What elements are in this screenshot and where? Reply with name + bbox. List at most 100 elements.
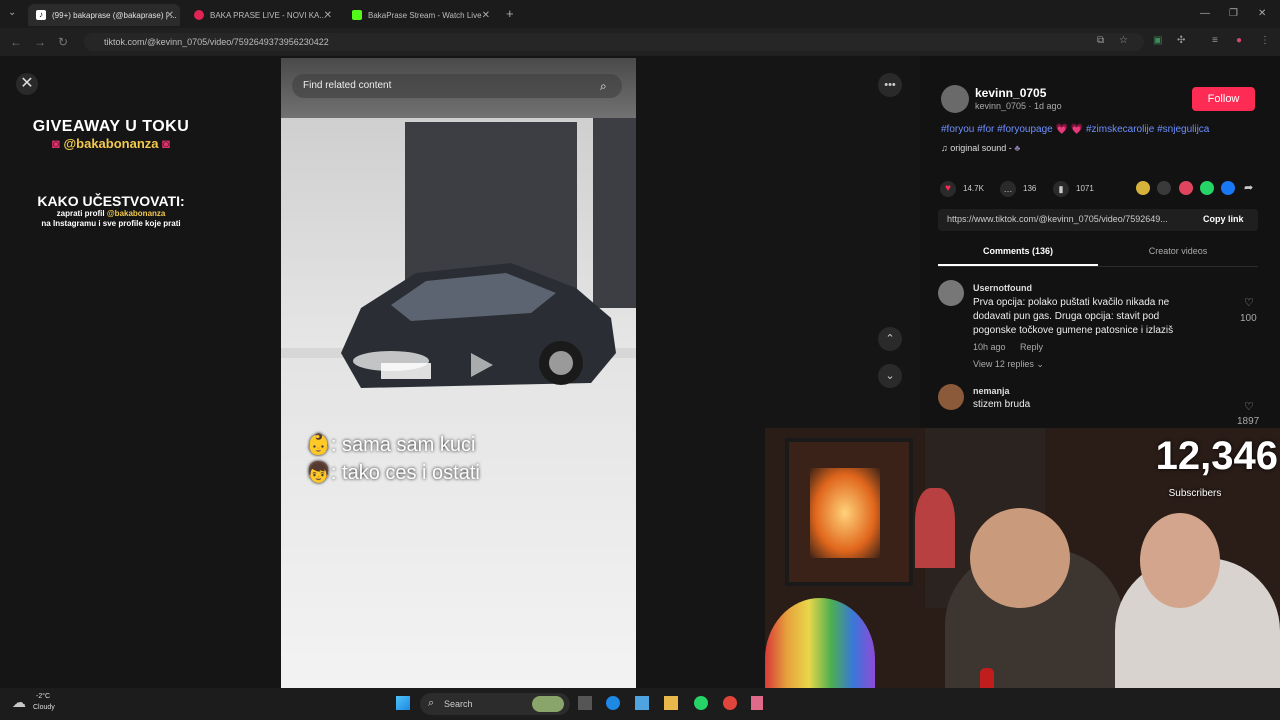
tab-baka-prase-live[interactable]: BAKA PRASE LIVE - NOVI KA... ✕ <box>186 4 338 26</box>
tab-list-icon[interactable]: ⌄ <box>8 7 16 18</box>
comment-like-count: 1897 <box>1237 416 1260 427</box>
comment-username[interactable]: nemanja <box>973 386 1010 396</box>
comment-like-count: 100 <box>1240 313 1257 324</box>
subscriber-count: 12,346 <box>1155 434 1278 478</box>
tab-title: BAKA PRASE LIVE - NOVI KA... <box>210 10 327 20</box>
like-count: 14.7K <box>963 184 984 193</box>
comment-icon[interactable]: … <box>1000 181 1016 197</box>
extension-icon[interactable]: ▣ <box>1153 35 1162 46</box>
tiktok-favicon-icon: ♪ <box>36 10 46 20</box>
close-icon[interactable]: ✕ <box>166 10 174 21</box>
comment-username[interactable]: Usernotfound <box>973 283 1032 293</box>
profile-icon[interactable]: ● <box>1236 35 1242 46</box>
music-note-icon: ♫ <box>941 143 948 153</box>
media-control-icon[interactable]: ≡ <box>1212 35 1218 46</box>
taskbar-search[interactable]: ⌕ Search <box>420 693 570 715</box>
like-icon[interactable]: ♥ <box>940 181 956 197</box>
install-app-icon[interactable]: ⧉ <box>1097 35 1104 46</box>
reload-icon[interactable]: ↻ <box>58 35 68 49</box>
follow-button[interactable]: Follow <box>1192 87 1255 111</box>
chevron-down-icon: ⌄ <box>1036 359 1044 369</box>
comment-text: stizem bruda <box>973 399 1031 410</box>
search-icon[interactable]: ⌕ <box>600 74 607 98</box>
comment-avatar[interactable] <box>938 280 964 306</box>
kick-favicon-icon <box>352 10 362 20</box>
weather-cloud-icon[interactable]: ☁ <box>12 694 26 711</box>
bookmark-star-icon[interactable]: ☆ <box>1119 35 1128 46</box>
giveaway-handle: @bakabonanza <box>63 136 159 151</box>
bookmark-icon[interactable]: ▮ <box>1053 181 1069 197</box>
close-video-button[interactable]: ✕ <box>16 73 38 95</box>
previous-video-button[interactable]: ⌃ <box>878 327 902 351</box>
comment-count: 136 <box>1023 184 1037 193</box>
browser-tab-bar: ⌄ ♪ (99+) bakaprase (@bakaprase) | ... ✕… <box>0 0 1280 28</box>
forward-icon[interactable]: → <box>34 35 46 49</box>
comment-like-icon[interactable]: ♡ <box>1244 400 1254 413</box>
comment-avatar[interactable] <box>938 384 964 410</box>
giveaway-title: GIVEAWAY U TOKU <box>32 118 190 135</box>
giveaway-handle-row: ◙ @bakabonanza ◙ <box>0 136 222 151</box>
instagram-icon: ◙ <box>162 136 170 151</box>
video-caption-line1: 👶: sama sam kuci <box>306 432 475 457</box>
share-friends-icon[interactable] <box>1179 181 1193 195</box>
find-related-search[interactable]: Find related content ⌕ <box>292 74 622 98</box>
edge-icon[interactable] <box>606 696 620 710</box>
chrome-icon[interactable] <box>723 696 737 710</box>
taskbar-search-label: Search <box>444 699 473 709</box>
share-arrow-icon[interactable]: ➦ <box>1244 181 1253 194</box>
address-bar-row: ← → ↻ tiktok.com/@kevinn_0705/video/7592… <box>0 28 1280 56</box>
copilot-icon[interactable] <box>635 696 649 710</box>
view-replies-button[interactable]: View 12 replies ⌄ <box>973 359 1044 370</box>
window-close-icon[interactable]: ✕ <box>1258 8 1266 19</box>
video-player[interactable] <box>281 58 636 688</box>
facebook-icon[interactable] <box>1221 181 1235 195</box>
search-highlight-icon <box>532 696 564 712</box>
baby-emoji-icon: 👶 <box>306 434 331 456</box>
caption-text: : sama sam kuci <box>330 434 476 456</box>
tab-comments[interactable]: Comments (136) <box>938 246 1098 256</box>
video-link-url[interactable]: https://www.tiktok.com/@kevinn_0705/vide… <box>947 214 1168 224</box>
windows-start-icon[interactable] <box>396 696 410 710</box>
comment-like-icon[interactable]: ♡ <box>1244 296 1254 309</box>
hashtags[interactable]: #foryou #for #foryoupage 💗 💗 #zimskecaro… <box>941 124 1209 135</box>
sound-row[interactable]: ♫ original sound - ♣ <box>941 143 1020 153</box>
cam-scene-santa-figure <box>915 488 955 568</box>
next-video-button[interactable]: ⌄ <box>878 364 902 388</box>
app-icon[interactable] <box>751 696 763 710</box>
author-username[interactable]: kevinn_0705 <box>975 86 1046 100</box>
cam-scene-man-face <box>970 508 1070 608</box>
author-subline: kevinn_0705 · 1d ago <box>975 101 1062 111</box>
instructions-handle: @bakabonanza <box>106 209 166 218</box>
details-panel <box>920 56 1280 428</box>
extensions-puzzle-icon[interactable]: ✣ <box>1177 35 1185 46</box>
copy-link-button[interactable]: Copy link <box>1203 214 1244 224</box>
menu-dots-icon[interactable]: ⋮ <box>1260 35 1270 46</box>
back-icon[interactable]: ← <box>10 35 22 49</box>
url-field[interactable]: tiktok.com/@kevinn_0705/video/7592649373… <box>84 33 1144 51</box>
reply-button[interactable]: Reply <box>1020 342 1043 352</box>
search-placeholder: Find related content <box>303 80 392 91</box>
tab-creator-videos[interactable]: Creator videos <box>1098 246 1258 256</box>
author-avatar[interactable] <box>941 85 969 113</box>
save-count: 1071 <box>1076 184 1094 193</box>
embed-code-icon[interactable] <box>1157 181 1171 195</box>
subscribers-label: Subscribers <box>1168 488 1222 499</box>
caption-text: : tako ces i ostati <box>330 462 480 484</box>
close-icon[interactable]: ✕ <box>324 10 332 21</box>
whatsapp-taskbar-icon[interactable] <box>694 696 708 710</box>
sound-icon: ♣ <box>1014 143 1021 153</box>
instructions-line2: na Instagramu i sve profile koje prati <box>41 219 181 228</box>
tab-bakaprase-stream[interactable]: BakaPrase Stream - Watch Live ✕ <box>344 4 496 26</box>
close-icon[interactable]: ✕ <box>482 10 490 21</box>
minimize-icon[interactable]: — <box>1200 8 1210 19</box>
new-tab-icon[interactable]: + <box>506 6 514 21</box>
boy-emoji-icon: 👦 <box>306 462 331 484</box>
tab-bakaprase-tiktok[interactable]: ♪ (99+) bakaprase (@bakaprase) | ... ✕ <box>28 4 180 26</box>
cam-scene-woman-face <box>1140 513 1220 608</box>
file-explorer-icon[interactable] <box>664 696 678 710</box>
share-avatar-icon[interactable] <box>1136 181 1150 195</box>
task-view-icon[interactable] <box>578 696 592 710</box>
more-options-icon[interactable]: ••• <box>878 73 902 97</box>
maximize-icon[interactable]: ❐ <box>1229 8 1238 19</box>
whatsapp-icon[interactable] <box>1200 181 1214 195</box>
